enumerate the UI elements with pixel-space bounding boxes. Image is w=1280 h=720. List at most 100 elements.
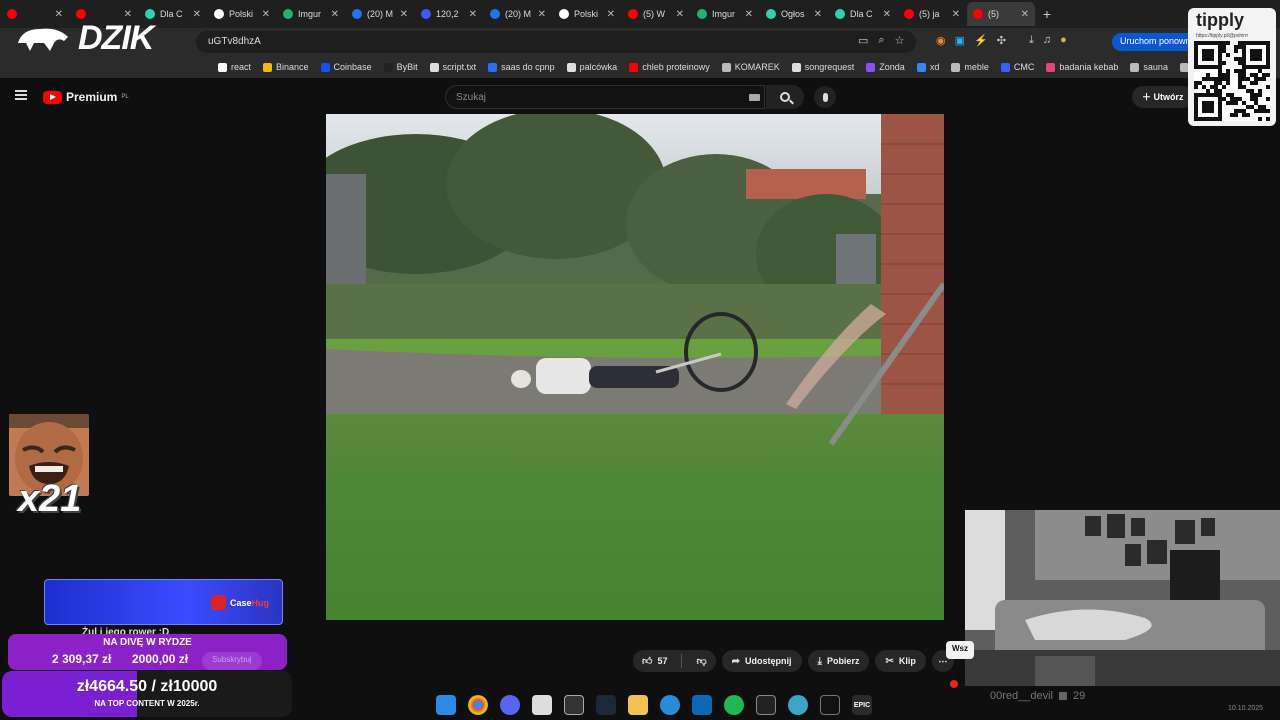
tab-close-icon[interactable]: ✕ bbox=[745, 9, 753, 20]
subscribe-button[interactable]: Subskrybuj bbox=[202, 652, 262, 670]
windows-start-icon[interactable] bbox=[436, 695, 456, 715]
clip-button[interactable]: ✂ Klip bbox=[875, 650, 926, 672]
spotify-icon[interactable] bbox=[724, 695, 744, 715]
extension-icon[interactable]: ⚡ bbox=[974, 34, 988, 47]
browser-tab[interactable]: Imgur ✕ bbox=[691, 2, 759, 26]
tab-close-icon[interactable]: ✕ bbox=[814, 9, 822, 20]
edge-icon[interactable] bbox=[660, 695, 680, 715]
bookmark-item[interactable]: saas do cpnp bbox=[488, 62, 555, 72]
create-button[interactable]: ＋ Utwórz bbox=[1132, 86, 1194, 108]
bookmark-item[interactable]: palcówka bbox=[566, 62, 617, 72]
address-bar[interactable]: uGTv8dhzA bbox=[196, 31, 916, 53]
menu-icon[interactable] bbox=[15, 90, 27, 100]
youtube-logo[interactable]: Premium PL bbox=[43, 90, 129, 104]
extension-icon[interactable]: ◉ bbox=[936, 34, 946, 47]
steam-icon[interactable] bbox=[596, 695, 616, 715]
epic-games-icon[interactable]: EPIC bbox=[852, 695, 872, 715]
browser-tab[interactable]: (20) M ✕ bbox=[484, 2, 552, 26]
bookmark-icon bbox=[1130, 62, 1140, 72]
bookmark-icon bbox=[566, 62, 576, 72]
puzzle-icon[interactable]: ✣ bbox=[997, 34, 1006, 47]
bookmark-item[interactable]: react bbox=[218, 62, 251, 72]
bookmark-item[interactable]: CMC bbox=[1000, 62, 1034, 72]
like-dislike-group: 👍︎ 57 👎︎ bbox=[633, 650, 716, 672]
chat-message: 00red__devil 29 bbox=[990, 690, 1085, 702]
chat-count: 29 bbox=[1073, 690, 1086, 702]
bookmark-item[interactable]: sauna bbox=[1130, 62, 1168, 72]
tab-title: Imgur bbox=[712, 9, 736, 19]
chrome-icon[interactable] bbox=[468, 695, 488, 715]
media-icon[interactable]: ♫ bbox=[1043, 34, 1051, 47]
browser-tab[interactable]: (5) ja ✕ bbox=[898, 2, 966, 26]
browser-tab[interactable]: Imgur ✕ bbox=[277, 2, 345, 26]
bookmark-item[interactable]: xd bbox=[916, 62, 940, 72]
terminal-icon[interactable] bbox=[756, 695, 776, 715]
bookmark-item[interactable]: ByBit bbox=[383, 62, 418, 72]
bookmark-label: xd bbox=[929, 62, 940, 72]
zoom-icon[interactable]: ⌕ bbox=[878, 34, 884, 47]
like-button[interactable]: 👍︎ 57 bbox=[633, 650, 676, 672]
browser-tab[interactable]: Ogłos ✕ bbox=[760, 2, 828, 26]
video-player[interactable] bbox=[326, 114, 944, 620]
tab-close-icon[interactable]: ✕ bbox=[469, 9, 477, 20]
search-input[interactable]: Szukaj bbox=[445, 85, 765, 109]
download-icon[interactable]: ⤓ bbox=[1029, 34, 1034, 47]
bookmark-item[interactable]: Binance bbox=[263, 62, 309, 72]
tab-close-icon[interactable]: ✕ bbox=[400, 9, 408, 20]
bookmark-item[interactable]: script.txt bbox=[429, 62, 476, 72]
bookmark-item[interactable]: songrequest bbox=[791, 62, 855, 72]
bookmark-item[interactable]: Coinbase bbox=[320, 62, 372, 72]
folder-icon[interactable] bbox=[628, 695, 648, 715]
tab-close-icon[interactable]: ✕ bbox=[538, 9, 546, 20]
browser-tab[interactable]: (20) M ✕ bbox=[346, 2, 414, 26]
tab-close-icon[interactable]: ✕ bbox=[607, 9, 615, 20]
tab-close-icon[interactable]: ✕ bbox=[262, 9, 270, 20]
bookmark-label: songrequest bbox=[804, 62, 855, 72]
bookmark-item[interactable]: KOMAREK bbox=[721, 62, 780, 72]
share-button[interactable]: ➦ Udostępnij bbox=[721, 650, 802, 672]
browser-tab[interactable]: (5) W ✕ bbox=[622, 2, 690, 26]
app-icon[interactable] bbox=[564, 695, 584, 715]
browser-tab[interactable]: 120,2 ✕ bbox=[415, 2, 483, 26]
browser-tab[interactable]: (5) ✕ bbox=[967, 2, 1035, 26]
bookmark-item[interactable]: chleb proteinowy bbox=[629, 62, 710, 72]
new-tab-button[interactable]: + bbox=[1035, 6, 1059, 22]
browser-tab[interactable]: Dla C ✕ bbox=[829, 2, 897, 26]
bookmark-icon bbox=[791, 62, 801, 72]
tab-close-icon[interactable]: ✕ bbox=[331, 9, 339, 20]
share-icon: ➦ bbox=[731, 655, 741, 667]
bookmark-icon bbox=[721, 62, 731, 72]
keyboard-icon[interactable] bbox=[749, 94, 760, 101]
browser-tab[interactable]: Polski ✕ bbox=[208, 2, 276, 26]
bookmark-item[interactable]: meble bbox=[951, 62, 989, 72]
bookmark-item[interactable]: badania kebab bbox=[1046, 62, 1118, 72]
bookmark-icon bbox=[429, 62, 439, 72]
browser-tab[interactable]: Polski ✕ bbox=[553, 2, 621, 26]
tab-close-icon[interactable]: ✕ bbox=[676, 9, 684, 20]
voice-search-button[interactable] bbox=[814, 86, 836, 108]
dislike-button[interactable]: 👎︎ bbox=[687, 650, 715, 672]
filter-chip[interactable]: Wsz bbox=[946, 641, 974, 659]
tab-close-icon[interactable]: ✕ bbox=[952, 9, 960, 20]
tab-favicon-icon bbox=[628, 9, 638, 19]
youtube-logo-text: Premium bbox=[66, 90, 118, 104]
discord-icon[interactable] bbox=[500, 695, 520, 715]
search-button[interactable] bbox=[766, 85, 804, 109]
bookmark-icon bbox=[320, 62, 330, 72]
app-icon[interactable] bbox=[532, 695, 552, 715]
bookmark-item[interactable]: Zonda bbox=[866, 62, 905, 72]
tab-close-icon[interactable]: ✕ bbox=[1021, 9, 1029, 20]
search-icon bbox=[780, 92, 790, 102]
cast-icon[interactable]: ▭ bbox=[858, 34, 868, 47]
app-icon[interactable] bbox=[692, 695, 712, 715]
extension-icon[interactable]: ▣ bbox=[955, 34, 965, 47]
tab-close-icon[interactable]: ✕ bbox=[883, 9, 891, 20]
tab-favicon-icon bbox=[835, 9, 845, 19]
profile-avatar[interactable]: ● bbox=[1060, 34, 1067, 47]
bookmark-label: saas do cpnp bbox=[501, 62, 555, 72]
app-icon[interactable] bbox=[820, 695, 840, 715]
boar-icon bbox=[18, 28, 68, 51]
globe-icon[interactable] bbox=[788, 695, 808, 715]
bookmark-star-icon[interactable]: ☆ bbox=[895, 34, 905, 47]
download-button[interactable]: ⤓ Pobierz bbox=[807, 650, 870, 672]
